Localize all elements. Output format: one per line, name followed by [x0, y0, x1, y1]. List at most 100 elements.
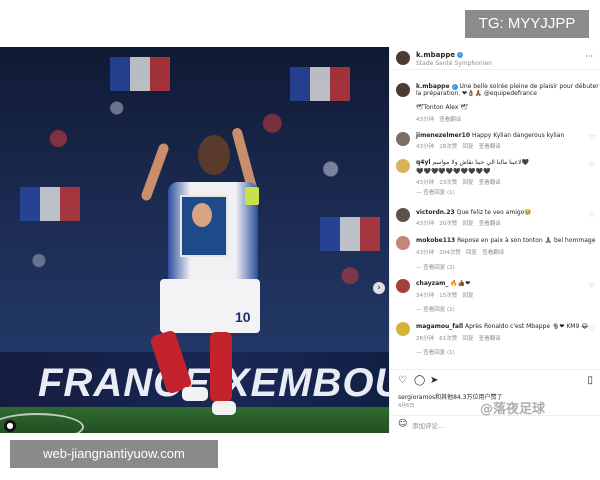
- comment-text: Happy Kylian dangerous kylian: [471, 132, 565, 139]
- shorts-number: 10: [235, 309, 251, 325]
- view-replies[interactable]: — 查看回复 (1): [416, 348, 455, 356]
- comment-time: 43分钟: [416, 250, 434, 256]
- heart-icon[interactable]: ♡: [589, 282, 595, 290]
- comment-time: 43分钟: [416, 221, 434, 227]
- reply-link[interactable]: 回复: [463, 180, 474, 186]
- player-head: [198, 135, 230, 175]
- avatar[interactable]: [396, 132, 410, 146]
- heart-icon[interactable]: ♡: [589, 211, 595, 219]
- comment-likes[interactable]: 23次赞: [439, 180, 457, 186]
- left-arm: [140, 142, 170, 202]
- heart-icon[interactable]: ♡: [398, 375, 407, 386]
- flag-decor: [320, 217, 380, 251]
- username-text[interactable]: k.mbappe: [416, 51, 455, 59]
- heart-icon[interactable]: ♡: [589, 161, 595, 169]
- comment-username[interactable]: magamou_fall: [416, 323, 463, 330]
- comment-username[interactable]: mokobe113: [416, 237, 455, 244]
- right-leg: [210, 332, 232, 402]
- comment-time: 26分钟: [416, 336, 434, 342]
- comment-likes[interactable]: 20次赞: [439, 221, 457, 227]
- comment: jimenezelmer10 Happy Kylian dangerous ky…: [416, 132, 564, 139]
- comment-text: Que feliz te veo amigo🥹: [456, 209, 532, 216]
- translate-link[interactable]: 查看翻译: [479, 180, 501, 186]
- more-options-icon[interactable]: ···: [585, 52, 593, 61]
- view-replies[interactable]: — 查看回复 (2): [416, 263, 455, 271]
- comment-username[interactable]: chayzam_: [416, 280, 448, 287]
- post-photo[interactable]: FRANCE XEMBOURG 10 ›: [0, 47, 389, 433]
- comment-username[interactable]: victordn.23: [416, 209, 455, 216]
- shirt-tribute-face: [192, 203, 212, 227]
- avatar[interactable]: [396, 159, 410, 173]
- reply-link[interactable]: 回复: [463, 144, 474, 150]
- reply-link[interactable]: 回复: [466, 250, 477, 256]
- comment-meta: 43分钟 28次赞 回复 查看翻译: [416, 142, 501, 150]
- bookmark-icon[interactable]: ▯: [587, 375, 593, 386]
- translate-link[interactable]: 查看翻译: [482, 250, 504, 256]
- avatar[interactable]: [396, 322, 410, 336]
- player-figure: 10: [120, 87, 290, 427]
- heart-icon[interactable]: ♡: [589, 325, 595, 333]
- emoji-icon[interactable]: ☺: [398, 419, 407, 429]
- avatar[interactable]: [396, 279, 410, 293]
- comment-meta: 43分钟 20次赞 回复 查看翻译: [416, 219, 501, 227]
- comment-username[interactable]: jimenezelmer10: [416, 132, 470, 139]
- caption-meta: 43分钟 查看翻译: [416, 115, 461, 123]
- avatar[interactable]: [396, 208, 410, 222]
- comment-time: 34分钟: [416, 293, 434, 299]
- comment: q4yl لاعبنا مالنا الي حبنا نقاش ولا مواس…: [416, 159, 529, 166]
- comment-text: Après Ronaldo c'est Mbappe 🐐❤ KM9 😂: [464, 323, 589, 330]
- flag-decor: [290, 67, 350, 101]
- heart-icon[interactable]: ♡: [589, 239, 595, 247]
- comment-text: Repose en paix à son tonton 🙏🏾 bel homma…: [457, 237, 596, 244]
- add-comment-input[interactable]: 添加评论...: [412, 420, 444, 430]
- watermark-bottom-right: @落夜足球: [480, 402, 546, 417]
- chevron-right-icon[interactable]: ›: [373, 282, 385, 294]
- comment: chayzam_ 🔥👍🏾❤: [416, 280, 470, 287]
- comment: victordn.23 Que feliz te veo amigo🥹: [416, 209, 532, 216]
- reply-link[interactable]: 回复: [463, 336, 474, 342]
- user-tag-icon[interactable]: ●: [4, 420, 16, 432]
- caption-username[interactable]: k.mbappe: [416, 83, 450, 90]
- left-shoe: [182, 387, 208, 401]
- comment-likes[interactable]: 28次赞: [439, 144, 457, 150]
- translate-link[interactable]: 查看翻译: [479, 221, 501, 227]
- comment-likes[interactable]: 15次赞: [439, 293, 457, 299]
- reply-link[interactable]: 回复: [463, 293, 474, 299]
- post-date: 4月6日: [398, 403, 415, 409]
- add-comment-bar: ☺ 添加评论...: [390, 415, 600, 434]
- comment: mokobe113 Repose en paix à son tonton 🙏🏾…: [416, 237, 595, 244]
- view-replies[interactable]: — 查看回复 (1): [416, 305, 455, 313]
- comment-username[interactable]: q4yl: [416, 159, 430, 166]
- view-replies[interactable]: — 查看回复 (1): [416, 188, 455, 196]
- comment-time: 43分钟: [416, 144, 434, 150]
- translate-link[interactable]: 查看翻译: [479, 144, 501, 150]
- translate-link[interactable]: 查看翻译: [479, 336, 501, 342]
- comment-icon[interactable]: ◯: [414, 375, 425, 386]
- flag-decor: [20, 187, 80, 221]
- avatar[interactable]: [396, 236, 410, 250]
- watermark-top-right: TG: MYYJJPP: [465, 10, 589, 38]
- send-icon[interactable]: ➤: [430, 375, 438, 386]
- verified-icon: ✓: [451, 83, 458, 90]
- post-header: k.mbappe ✓ Stade Santé Symphonien ···: [390, 47, 600, 70]
- comment-text-line2: 🖤🖤🖤🖤🖤🖤🖤🖤🖤🖤: [416, 168, 491, 175]
- watermark-bottom-left: web-jiangnantiyuow.com: [10, 440, 218, 468]
- comment-meta: 43分钟 204次赞 回复 查看翻译: [416, 248, 504, 256]
- avatar[interactable]: [396, 51, 410, 65]
- caption-time: 43分钟: [416, 117, 434, 123]
- verified-icon: ✓: [457, 52, 464, 58]
- post-location[interactable]: Stade Santé Symphonien: [416, 60, 492, 67]
- comment-meta: 34分钟 15次赞 回复: [416, 291, 474, 299]
- translate-link[interactable]: 查看翻译: [439, 117, 461, 123]
- avatar[interactable]: [396, 83, 410, 97]
- comment-likes[interactable]: 61次赞: [439, 336, 457, 342]
- comment-meta: 43分钟 23次赞 回复 查看翻译: [416, 178, 501, 186]
- reply-link[interactable]: 回复: [463, 221, 474, 227]
- comment-text: لاعبنا مالنا الي حبنا نقاش ولا مواسم🖤: [432, 159, 530, 166]
- comment-meta: 26分钟 61次赞 回复 查看翻译: [416, 334, 501, 342]
- flag-decor: [110, 57, 170, 91]
- post-header-username[interactable]: k.mbappe ✓: [416, 51, 464, 59]
- caption: k.mbappe ✓ Une belle soirée pleine de pla…: [416, 83, 600, 97]
- heart-icon[interactable]: ♡: [589, 134, 595, 142]
- comment-likes[interactable]: 204次赞: [439, 250, 461, 256]
